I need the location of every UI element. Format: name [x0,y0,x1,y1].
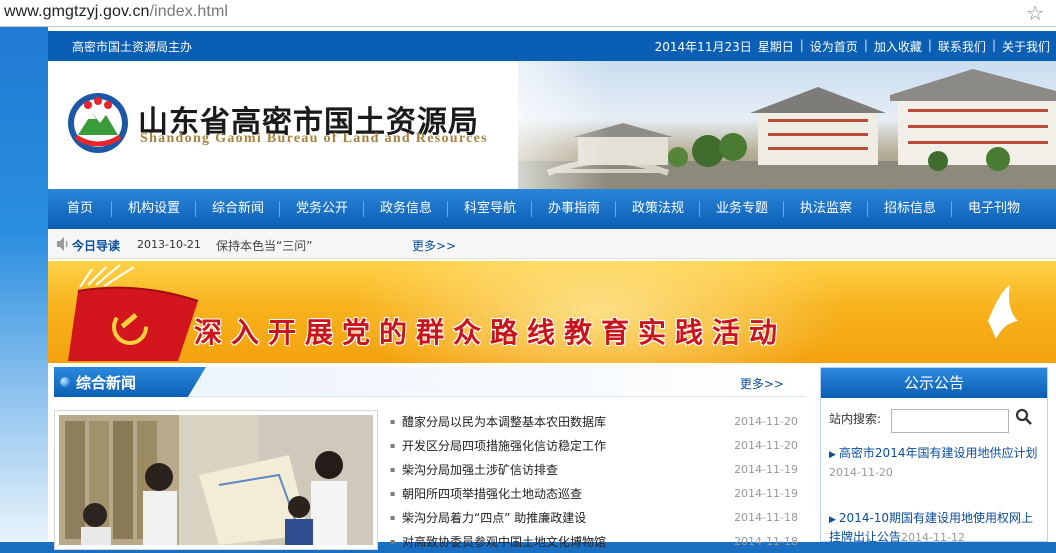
news-item-date: 2014-11-18 [734,534,798,548]
news-item-title[interactable]: 柴沟分局加强土涉矿信访排查 [402,461,728,478]
news-photo-image [59,415,373,545]
news-item-title[interactable]: 醴家分局以民为本调整基本农田数据库 [402,413,728,430]
news-item-date: 2014-11-20 [734,414,798,428]
url-text[interactable]: www.gmgtzyj.gov.cn/index.html [4,3,228,21]
nav-item-service-guide[interactable]: 办事指南 [532,189,616,229]
list-item[interactable]: ▪ 开发区分局四项措施强化信访稳定工作 2014-11-20 [388,433,798,457]
news-item-date: 2014-11-20 [734,438,798,452]
bookmark-star-icon[interactable]: ☆ [1026,3,1044,23]
nav-item-e-journal[interactable]: 电子刊物 [952,189,1036,229]
current-weekday: 星期日 [757,40,794,54]
news-section-title: 综合新闻 [76,374,137,392]
nav-item-law-enforcement[interactable]: 执法监察 [784,189,868,229]
notice-title: 公示公告 [821,368,1047,398]
notice-item-title[interactable]: 高密市2014年国有建设用地供应计划 [839,446,1038,460]
guide-label: 今日导读 [72,239,121,253]
nav-item-policies[interactable]: 政策法规 [616,189,700,229]
current-date: 2014年11月23日 [654,40,752,54]
arrow-right-icon: ▶ [829,450,836,460]
nav-item-tender-info[interactable]: 招标信息 [868,189,952,229]
site-title-en: Shandong Gaomi Bureau of Land and Resour… [140,131,488,146]
news-item-title[interactable]: 柴沟分局着力“四点” 助推廉政建设 [402,509,728,526]
today-guide-bar: 今日导读 2013-10-21 保持本色当“三问” 更多>> [48,229,1056,259]
url-host: www.gmgtzyj.gov.cn [4,3,150,20]
list-item[interactable]: ▪ 柴沟分局着力“四点” 助推廉政建设 2014-11-18 [388,505,798,529]
arrow-right-icon: ▶ [829,515,836,525]
top-links: 2014年11月23日 星期日 | 设为首页 | 加入收藏 | 联系我们 | 关… [655,38,1050,55]
link-about-us[interactable]: 关于我们 [1002,38,1050,55]
news-photo[interactable] [54,410,378,550]
speaker-icon [57,237,68,251]
header-fade [468,61,608,189]
url-path: /index.html [149,3,229,20]
list-item[interactable]: ▪ 柴沟分局加强土涉矿信访排查 2014-11-19 [388,457,798,481]
section-bullet-icon [60,377,70,387]
link-add-favorite[interactable]: 加入收藏 [874,38,922,55]
browser-address-bar[interactable]: www.gmgtzyj.gov.cn/index.html ☆ [0,0,1056,27]
site-header: 山东省高密市国土资源局 Shandong Gaomi Bureau of Lan… [48,61,1056,189]
sponsor-text: 高密市国土资源局主办 [72,40,193,54]
list-item[interactable]: ▪ 朝阳所四项举措强化土地动态巡查 2014-11-19 [388,481,798,505]
nav-item-party-affairs[interactable]: 党务公开 [280,189,364,229]
search-icon[interactable] [1015,408,1033,426]
main-nav: 首页 机构设置 综合新闻 党务公开 政务信息 科室导航 办事指南 政策法规 业务… [48,189,1056,229]
top-strip: 高密市国土资源局主办 2014年11月23日 星期日 | 设为首页 | 加入收藏… [48,31,1056,61]
nav-item-department-guide[interactable]: 科室导航 [448,189,532,229]
news-item-title[interactable]: 朝阳所四项举措强化土地动态巡查 [402,485,728,502]
news-item-date: 2014-11-18 [734,510,798,524]
bullet-icon: ▪ [390,440,396,450]
divider: | [799,38,804,52]
news-item-title[interactable]: 对高致协委员参观中国土地文化博物馆 [402,533,728,550]
bureau-logo [68,93,128,153]
nav-item-government-info[interactable]: 政务信息 [364,189,448,229]
nav-item-home[interactable]: 首页 [48,189,112,229]
link-set-homepage[interactable]: 设为首页 [810,38,858,55]
news-more-link[interactable]: 更多>> [740,375,784,392]
news-item-date: 2014-11-19 [734,462,798,476]
news-section-header: 综合新闻 更多>> [54,367,806,397]
news-list: ▪ 醴家分局以民为本调整基本农田数据库 2014-11-20 ▪ 开发区分局四项… [388,409,798,553]
notice-item[interactable]: ▶ 2014-10期国有建设用地使用权网上挂牌出让公告2014-11-12 [829,510,1043,546]
guide-more-link[interactable]: 更多>> [412,237,456,254]
nav-item-news[interactable]: 综合新闻 [196,189,280,229]
news-item-date: 2014-11-19 [734,486,798,500]
search-input[interactable] [891,409,1009,433]
guide-headline-link[interactable]: 保持本色当“三问” [216,237,312,254]
guide-date: 2013-10-21 [137,238,201,251]
divider: | [863,38,868,52]
notice-item[interactable]: ▶ 高密市2014年国有建设用地供应计划 2014-11-20 [829,445,1043,481]
nav-item-business-topics[interactable]: 业务专题 [700,189,784,229]
search-label: 站内搜索: [829,412,882,426]
bullet-icon: ▪ [390,536,396,546]
bullet-icon: ▪ [390,512,396,522]
bullet-icon: ▪ [390,464,396,474]
notice-panel: 公示公告 站内搜索: ▶ 高密市2014年国有建设用地供应计划2014-11-20… [820,367,1048,544]
notice-item-date: 2014-11-20 [829,466,893,479]
list-item[interactable]: ▪ 对高致协委员参观中国土地文化博物馆 2014-11-18 [388,529,798,553]
notice-item-date: 2014-11-12 [901,531,965,544]
divider: | [991,38,996,52]
campaign-banner: 深入开展党的群众路线教育实践活动 [48,261,1056,363]
link-contact-us[interactable]: 联系我们 [938,38,986,55]
photo-illustration [59,415,373,545]
banner-slogan: 深入开展党的群众路线教育实践活动 [194,316,787,349]
bullet-icon: ▪ [390,488,396,498]
divider: | [927,38,932,52]
list-item[interactable]: ▪ 醴家分局以民为本调整基本农田数据库 2014-11-20 [388,409,798,433]
news-item-title[interactable]: 开发区分局四项措施强化信访稳定工作 [402,437,728,454]
site-container: 高密市国土资源局主办 2014年11月23日 星期日 | 设为首页 | 加入收藏… [48,27,1056,550]
bullet-icon: ▪ [390,416,396,426]
nav-item-organization[interactable]: 机构设置 [112,189,196,229]
